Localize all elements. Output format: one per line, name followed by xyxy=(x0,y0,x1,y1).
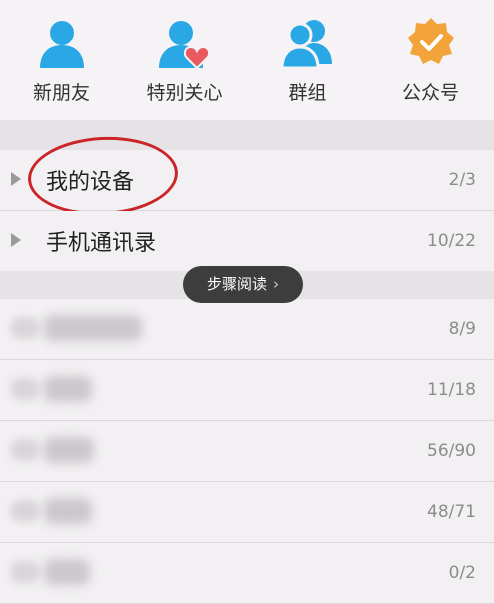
group-name: 手机通讯录 xyxy=(46,231,157,256)
group-icon xyxy=(279,20,332,70)
blurred-group-row[interactable]: 56/90 xyxy=(0,421,494,482)
group-count: 11/18 xyxy=(427,380,476,400)
group-row-phone-contacts[interactable]: 手机通讯录 10/22 xyxy=(0,211,494,272)
nav-new-friends-label: 新朋友 xyxy=(32,82,90,104)
nav-new-friends[interactable]: 新朋友 xyxy=(0,0,123,120)
blurred-group-row[interactable]: 11/18 xyxy=(0,360,494,421)
blurred-avatar xyxy=(10,500,40,522)
nav-groups[interactable]: 群组 xyxy=(246,0,369,120)
toast-label: 步骤阅读 xyxy=(206,275,267,293)
top-nav: 新朋友 特别关心 群组 公众号 xyxy=(0,0,494,120)
blurred-group-row[interactable]: 8/9 xyxy=(0,299,494,360)
group-count: 0/2 xyxy=(448,563,476,583)
group-count: 56/90 xyxy=(427,441,476,461)
blurred-name xyxy=(44,376,92,402)
blurred-name xyxy=(44,559,90,585)
blurred-avatar xyxy=(10,378,40,400)
blurred-name xyxy=(44,315,142,341)
expand-arrow-icon[interactable] xyxy=(11,233,21,247)
person-heart-icon xyxy=(158,21,210,70)
step-reading-button[interactable]: 步骤阅读 › xyxy=(183,266,303,303)
blurred-name xyxy=(44,498,92,524)
nav-official-accounts-label: 公众号 xyxy=(401,82,459,104)
expand-arrow-icon[interactable] xyxy=(11,172,21,186)
nav-special-care-label: 特别关心 xyxy=(146,82,223,104)
group-count: 10/22 xyxy=(427,231,476,251)
group-count: 48/71 xyxy=(427,502,476,522)
verified-badge-icon xyxy=(407,18,454,64)
nav-official-accounts[interactable]: 公众号 xyxy=(369,0,492,120)
person-icon xyxy=(39,21,84,68)
chevron-right-icon: › xyxy=(273,275,279,293)
blurred-group-row[interactable]: 48/71 xyxy=(0,482,494,543)
blurred-name xyxy=(44,437,94,463)
blurred-group-row[interactable]: 0/2 xyxy=(0,543,494,604)
nav-groups-label: 群组 xyxy=(288,82,327,104)
group-count: 8/9 xyxy=(448,319,476,339)
blurred-avatar xyxy=(10,317,40,339)
group-count: 2/3 xyxy=(448,170,476,190)
blurred-avatar xyxy=(10,561,40,583)
blurred-avatar xyxy=(10,439,40,461)
nav-special-care[interactable]: 特别关心 xyxy=(123,0,246,120)
